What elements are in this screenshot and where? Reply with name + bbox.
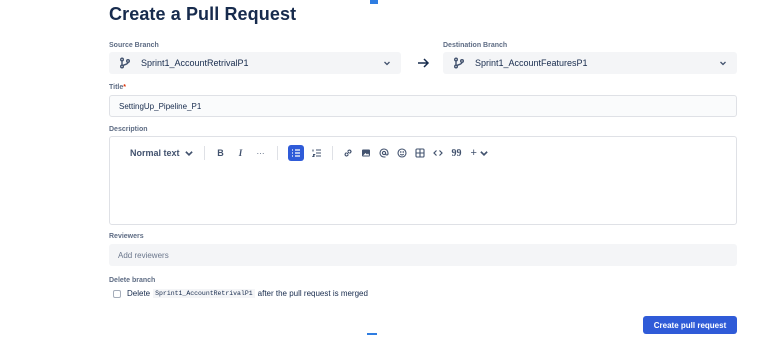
delete-branch-checkbox[interactable] bbox=[113, 289, 121, 298]
editor-toolbar: Normal text B I ··· 99 + bbox=[130, 145, 497, 161]
bottom-focus-marker bbox=[367, 333, 377, 335]
italic-button[interactable]: I bbox=[235, 145, 247, 161]
chevron-down-icon bbox=[720, 61, 726, 66]
toolbar-divider bbox=[203, 146, 205, 160]
destination-branch-select[interactable]: Sprint1_AccountFeaturesP1 bbox=[443, 52, 737, 74]
title-input-value: SettingUp_Pipeline_P1 bbox=[119, 101, 202, 111]
emoji-button[interactable] bbox=[396, 145, 407, 161]
numbered-list-icon bbox=[311, 149, 321, 158]
numbered-list-button[interactable] bbox=[311, 145, 322, 161]
title-input[interactable]: SettingUp_Pipeline_P1 bbox=[109, 95, 737, 117]
code-button[interactable] bbox=[432, 145, 443, 161]
plus-icon: + bbox=[470, 147, 477, 159]
delete-branch-option: Delete Sprint1_AccountRetrivalP1 after t… bbox=[113, 289, 368, 298]
code-icon bbox=[432, 150, 443, 156]
bold-button[interactable]: B bbox=[215, 145, 227, 161]
delete-prefix: Delete bbox=[127, 289, 151, 298]
branch-icon bbox=[453, 57, 465, 69]
delete-branch-name: Sprint1_AccountRetrivalP1 bbox=[153, 289, 255, 298]
image-icon bbox=[361, 149, 370, 157]
bullet-list-icon bbox=[291, 149, 300, 157]
description-editor[interactable]: Normal text B I ··· 99 + bbox=[109, 136, 737, 225]
mention-icon bbox=[378, 148, 389, 158]
reviewers-label: Reviewers bbox=[109, 233, 144, 240]
link-icon bbox=[344, 149, 352, 157]
reviewers-input[interactable]: Add reviewers bbox=[109, 244, 737, 266]
delete-branch-label: Delete branch bbox=[109, 277, 156, 284]
mention-button[interactable] bbox=[378, 145, 389, 161]
create-pull-request-button[interactable]: Create pull request bbox=[643, 316, 737, 334]
title-label: Title* bbox=[109, 84, 126, 91]
insert-menu-button[interactable]: + bbox=[471, 145, 489, 161]
top-focus-marker bbox=[370, 0, 378, 4]
text-style-label: Normal text bbox=[130, 148, 180, 158]
chevron-down-icon bbox=[480, 151, 488, 157]
description-label: Description bbox=[109, 126, 148, 133]
required-mark: * bbox=[123, 84, 126, 91]
emoji-icon bbox=[396, 148, 407, 158]
delete-suffix: after the pull request is merged bbox=[257, 289, 368, 298]
link-button[interactable] bbox=[343, 145, 353, 161]
destination-branch-value: Sprint1_AccountFeaturesP1 bbox=[475, 58, 588, 68]
image-button[interactable] bbox=[361, 145, 371, 161]
table-button[interactable] bbox=[414, 145, 425, 161]
arrow-right-icon bbox=[418, 58, 430, 68]
branch-icon bbox=[119, 57, 131, 69]
source-branch-select[interactable]: Sprint1_AccountRetrivalP1 bbox=[109, 52, 401, 74]
source-branch-value: Sprint1_AccountRetrivalP1 bbox=[141, 58, 249, 68]
text-style-dropdown[interactable]: Normal text bbox=[130, 145, 194, 161]
toolbar-divider bbox=[276, 146, 278, 160]
destination-branch-label: Destination Branch bbox=[443, 42, 508, 49]
table-icon bbox=[414, 148, 425, 158]
more-formatting-button[interactable]: ··· bbox=[255, 145, 267, 161]
reviewers-placeholder: Add reviewers bbox=[118, 250, 169, 260]
quote-button[interactable]: 99 bbox=[451, 145, 463, 161]
page-title: Create a Pull Request bbox=[109, 4, 297, 24]
chevron-down-icon bbox=[184, 151, 193, 157]
title-label-text: Title bbox=[109, 84, 124, 91]
source-branch-label: Source Branch bbox=[109, 42, 159, 49]
bullet-list-button[interactable] bbox=[287, 145, 304, 161]
toolbar-divider bbox=[331, 146, 333, 160]
chevron-down-icon bbox=[384, 61, 390, 66]
